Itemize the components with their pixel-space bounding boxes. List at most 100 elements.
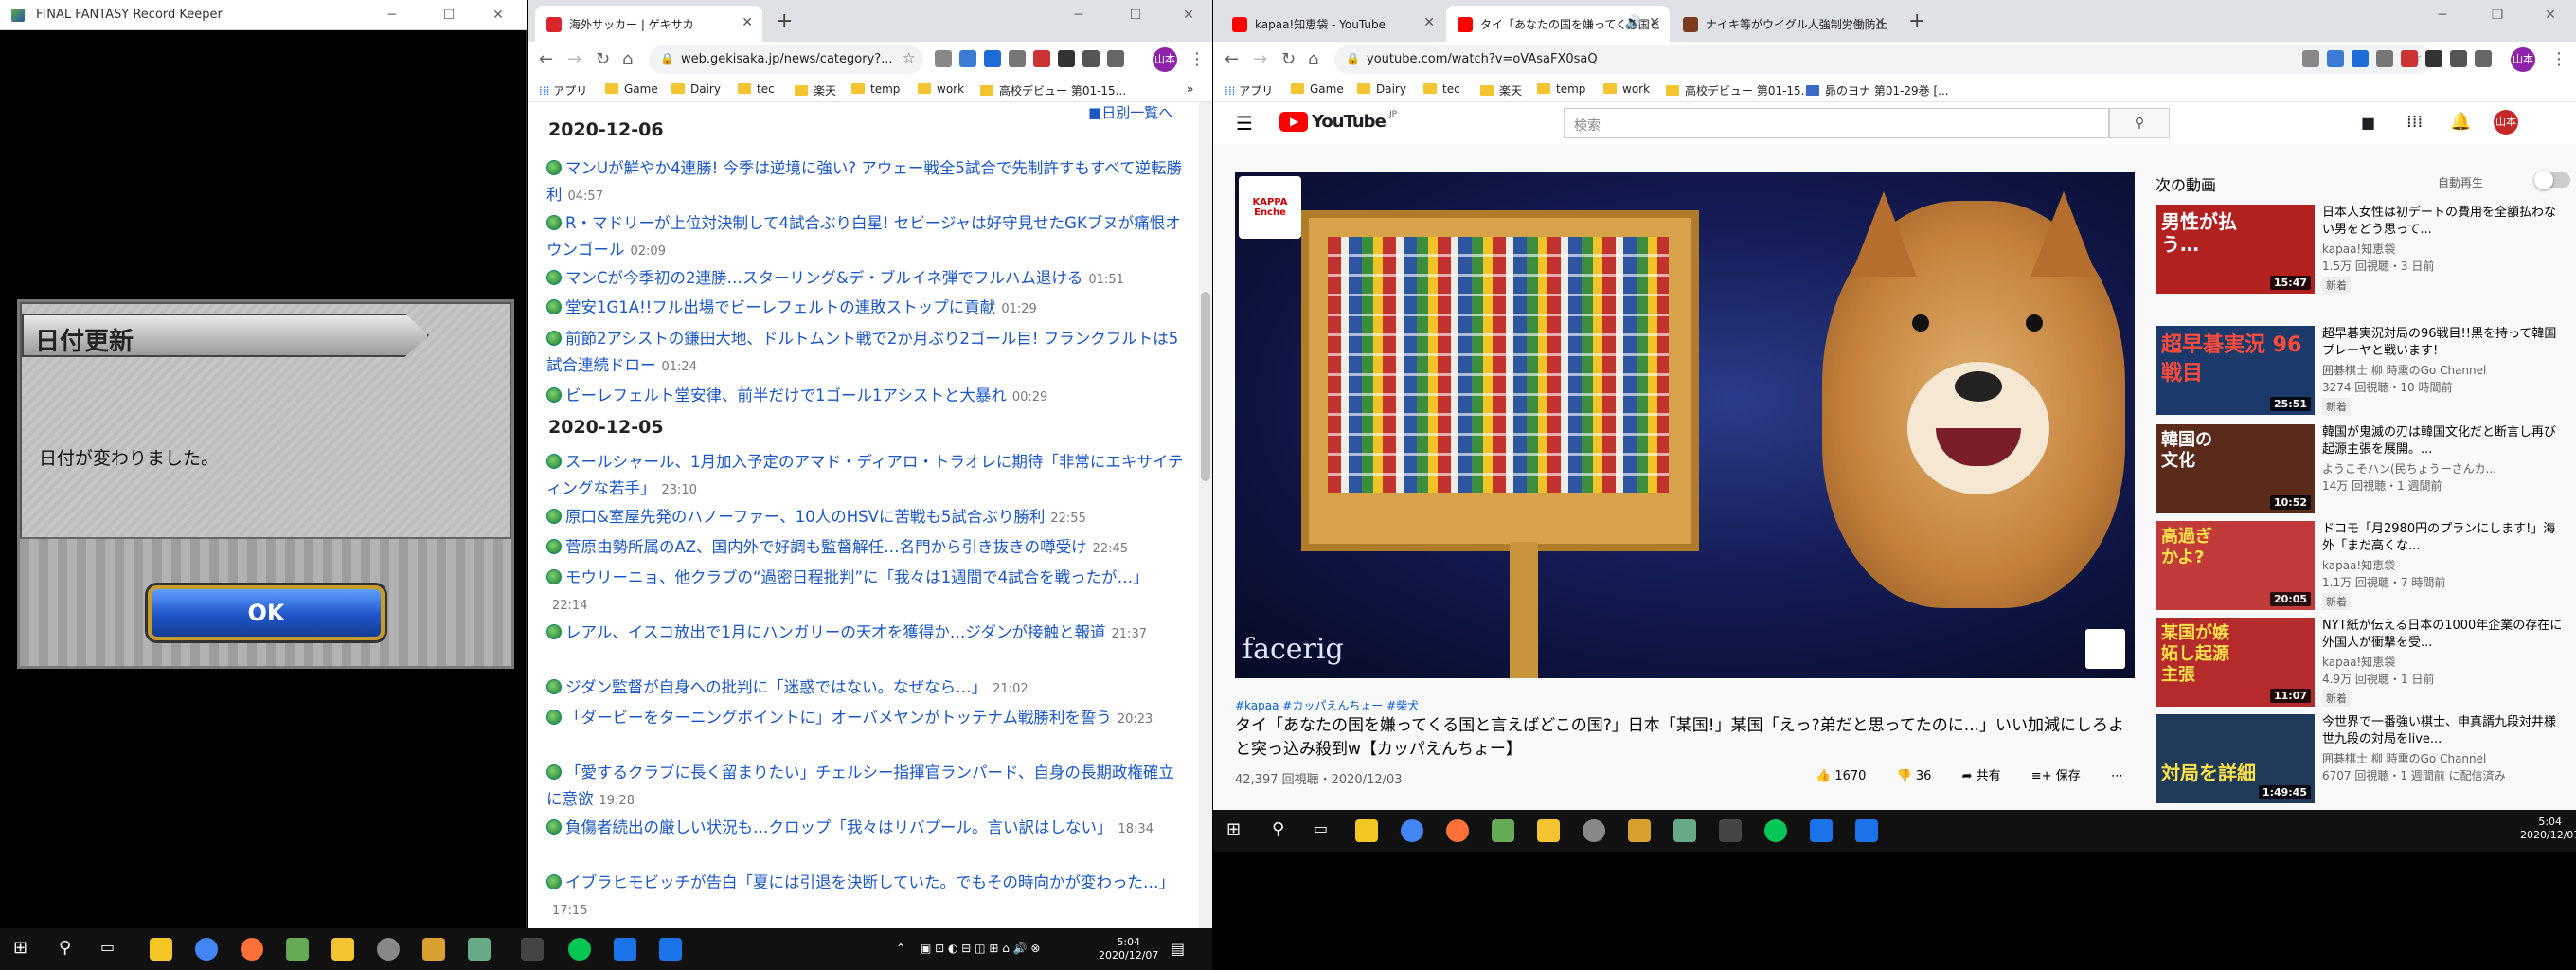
ok-button[interactable]: OK [148,585,385,640]
uipath-icon[interactable] [1810,819,1833,842]
rec-channel[interactable]: 囲碁棋士 柳 時熏のGo Channel [2322,362,2486,378]
bookmark-tec[interactable]: tec [1423,82,1460,96]
apps-grid-icon[interactable]: ⁞⁞⁞ [2406,112,2423,132]
puzzle-icon[interactable] [1082,50,1100,67]
close-button[interactable]: ✕ [2530,0,2571,30]
game-icon[interactable] [1492,819,1514,842]
recommended-video[interactable]: 韓国の文化 10:52 韓国が鬼滅の刃は韓国文化だと断言し再び起源主張を展開。..… [2156,424,2563,519]
video-thumbnail[interactable]: 超早碁実況 96戦目 25:51 [2156,326,2315,415]
search-button[interactable]: ⚲ [2109,108,2170,138]
dislike-button[interactable]: 👎 36 [1897,769,1945,783]
bookmarks-overflow[interactable]: » [1187,82,1193,96]
news-item[interactable]: 「愛するクラブに長く留まりたい」チェルシー指揮官ランパード、自身の長期政権確立に… [546,760,1186,815]
close-button[interactable]: ✕ [1168,0,1209,30]
video-thumbnail[interactable]: 韓国の文化 10:52 [2156,424,2315,513]
rec-channel[interactable]: kapaa!知恵袋 [2322,241,2395,257]
extension-icon[interactable] [1058,50,1075,67]
maximize-button[interactable]: ☐ [1115,0,1156,30]
recommended-video[interactable]: 男性が払う… 15:47 日本人女性は初デートの費用を全額払わない男をどう思って.… [2156,205,2563,299]
bookmark-star-icon[interactable]: ☆ [903,49,915,66]
like-button[interactable]: 👍 1670 [1816,769,1879,783]
sticky-notes-icon[interactable] [1355,819,1378,842]
chrome-icon[interactable] [1401,819,1423,842]
extension-icon[interactable] [2352,50,2369,67]
shield-icon[interactable] [468,938,491,961]
maximize-button[interactable]: ☐ [428,0,470,30]
profile-avatar[interactable]: 山本 [2511,47,2535,72]
task-view-icon[interactable]: ▭ [100,938,115,956]
tab-nike[interactable]: ナイキ等がウイグル人強制労働防止 ✕ [1672,6,1895,42]
scrollbar[interactable] [1199,102,1212,928]
app-icon[interactable] [422,938,445,961]
minimize-button[interactable]: ─ [1058,0,1100,30]
reading-list-icon[interactable] [1107,50,1124,67]
clock[interactable]: 5:04 2020/12/07 [1099,936,1158,962]
firefox-icon[interactable] [1446,819,1469,842]
notifications-bell-icon[interactable]: 🔔 [2450,112,2471,132]
news-item[interactable]: ジダン監督が自身への批判に「迷惑ではない。なぜなら…」 21:02 [546,674,1186,703]
bookmark-work[interactable]: work [918,82,964,96]
tray-chevron-icon[interactable]: ⌃ [896,942,905,955]
line-icon[interactable] [568,938,591,961]
rec-channel[interactable]: kapaa!知恵袋 [2322,557,2395,573]
channel-watermark-icon[interactable] [2085,629,2125,669]
forward-icon[interactable]: → [1253,49,1267,69]
news-item[interactable]: 原口&室屋先発のハノーファー、10人のHSVに苦戦も5試合ぶり勝利 22:55 [546,504,1186,532]
search-input[interactable]: 検索 [1564,108,2109,138]
task-view-icon[interactable]: ▭ [1314,819,1328,837]
close-tab-icon[interactable]: ✕ [1423,15,1435,30]
recommended-video[interactable]: 某国が嫉妬し起源主張 11:07 NYT紙が伝える日本の1000年企業の存在に外国… [2156,618,2563,712]
audio-icon[interactable]: 🔊 [1625,15,1641,30]
news-item[interactable]: 負傷者続出の厳しい状況も…クロップ「我々はリバプール。言い訳はしない」 18:34 [546,815,1186,843]
uipath-icon[interactable] [659,938,682,961]
news-item[interactable]: 「ダービーをターニングポイントに」オーバメヤンがトッテナム戦勝利を誓う 20:23 [546,705,1186,733]
video-thumbnail[interactable]: 高過ぎかよ? 20:05 [2156,521,2315,610]
firefox-icon[interactable] [241,938,263,961]
new-tab-button[interactable]: + [1908,9,1925,33]
forward-icon[interactable]: → [567,49,581,69]
maximize-button[interactable]: ❐ [2477,0,2518,30]
extension-icon[interactable] [1033,50,1050,67]
back-icon[interactable]: ← [539,49,553,69]
back-icon[interactable]: ← [1225,49,1239,69]
bookmark-temp[interactable]: temp [1537,82,1585,96]
hamburger-menu-icon[interactable]: ☰ [1236,112,1253,135]
search-icon[interactable]: ⚲ [59,938,71,958]
bookmark-work[interactable]: work [1603,82,1650,96]
bookmark-tec[interactable]: tec [738,82,775,96]
close-tab-icon[interactable]: ✕ [1649,15,1660,30]
start-icon[interactable]: ⊞ [1226,819,1241,839]
chrome-icon[interactable] [195,938,218,961]
bookmark-koukou[interactable]: 高校デビュー 第01-15... [980,82,1126,99]
file-explorer-icon[interactable] [1537,819,1560,842]
address-bar[interactable]: 🔒 youtube.com/watch?v=oVAsaFX0saQ ☆ [1334,45,2433,74]
news-item[interactable]: 堂安1G1A!!フル出場でビーレフェルトの連敗ストップに貢献 01:29 [546,295,1186,323]
address-bar[interactable]: 🔒 web.gekisaka.jp/news/category?... [649,45,923,74]
uipath-icon[interactable] [1855,819,1878,842]
new-extension-icon[interactable] [959,50,976,67]
extension-icon[interactable] [2425,50,2442,67]
search-icon[interactable]: ⚲ [1272,819,1284,839]
save-button[interactable]: ≡+ 保存 [2031,769,2094,783]
app-icon[interactable] [521,938,544,961]
create-video-icon[interactable]: ■ [2361,114,2375,132]
news-item[interactable]: ビーレフェルト堂安律、前半だけで1ゴール1アシストと大暴れ 00:29 [546,383,1186,411]
clock[interactable]: 5:04 2020/12/07 [2520,816,2576,842]
extension-icon[interactable] [2401,50,2418,67]
notification-center-icon[interactable]: ▤ [1171,940,1185,958]
camera-extension-icon[interactable] [2302,50,2319,67]
autoplay-toggle[interactable] [2534,171,2570,189]
bookmark-apps[interactable]: ⁞⁞⁞ アプリ [539,82,587,99]
news-item[interactable]: モウリーニョ、他クラブの“過密日程批判”に「我々は1週間で4試合を戦ったが…」2… [546,565,1186,620]
extension-icon[interactable] [1009,50,1026,67]
app-icon[interactable] [1628,819,1651,842]
home-icon[interactable]: ⌂ [1308,49,1318,69]
bookmark-temp[interactable]: temp [851,82,900,96]
news-item[interactable]: 菅原由勢所属のAZ、国内外で好調も監督解任…名門から引き抜きの噂受け 22:45 [546,534,1186,563]
close-button[interactable]: ✕ [477,0,519,30]
bookmark-dairy[interactable]: Dairy [671,82,721,96]
recommended-video[interactable]: 高過ぎかよ? 20:05 ドコモ「月2980円のプランにします!」海外「まだ高くな… [2156,521,2563,616]
video-thumbnail[interactable]: 某国が嫉妬し起源主張 11:07 [2156,618,2315,707]
scrollbar-thumb[interactable] [1201,292,1210,481]
puzzle-icon[interactable] [2450,50,2467,67]
